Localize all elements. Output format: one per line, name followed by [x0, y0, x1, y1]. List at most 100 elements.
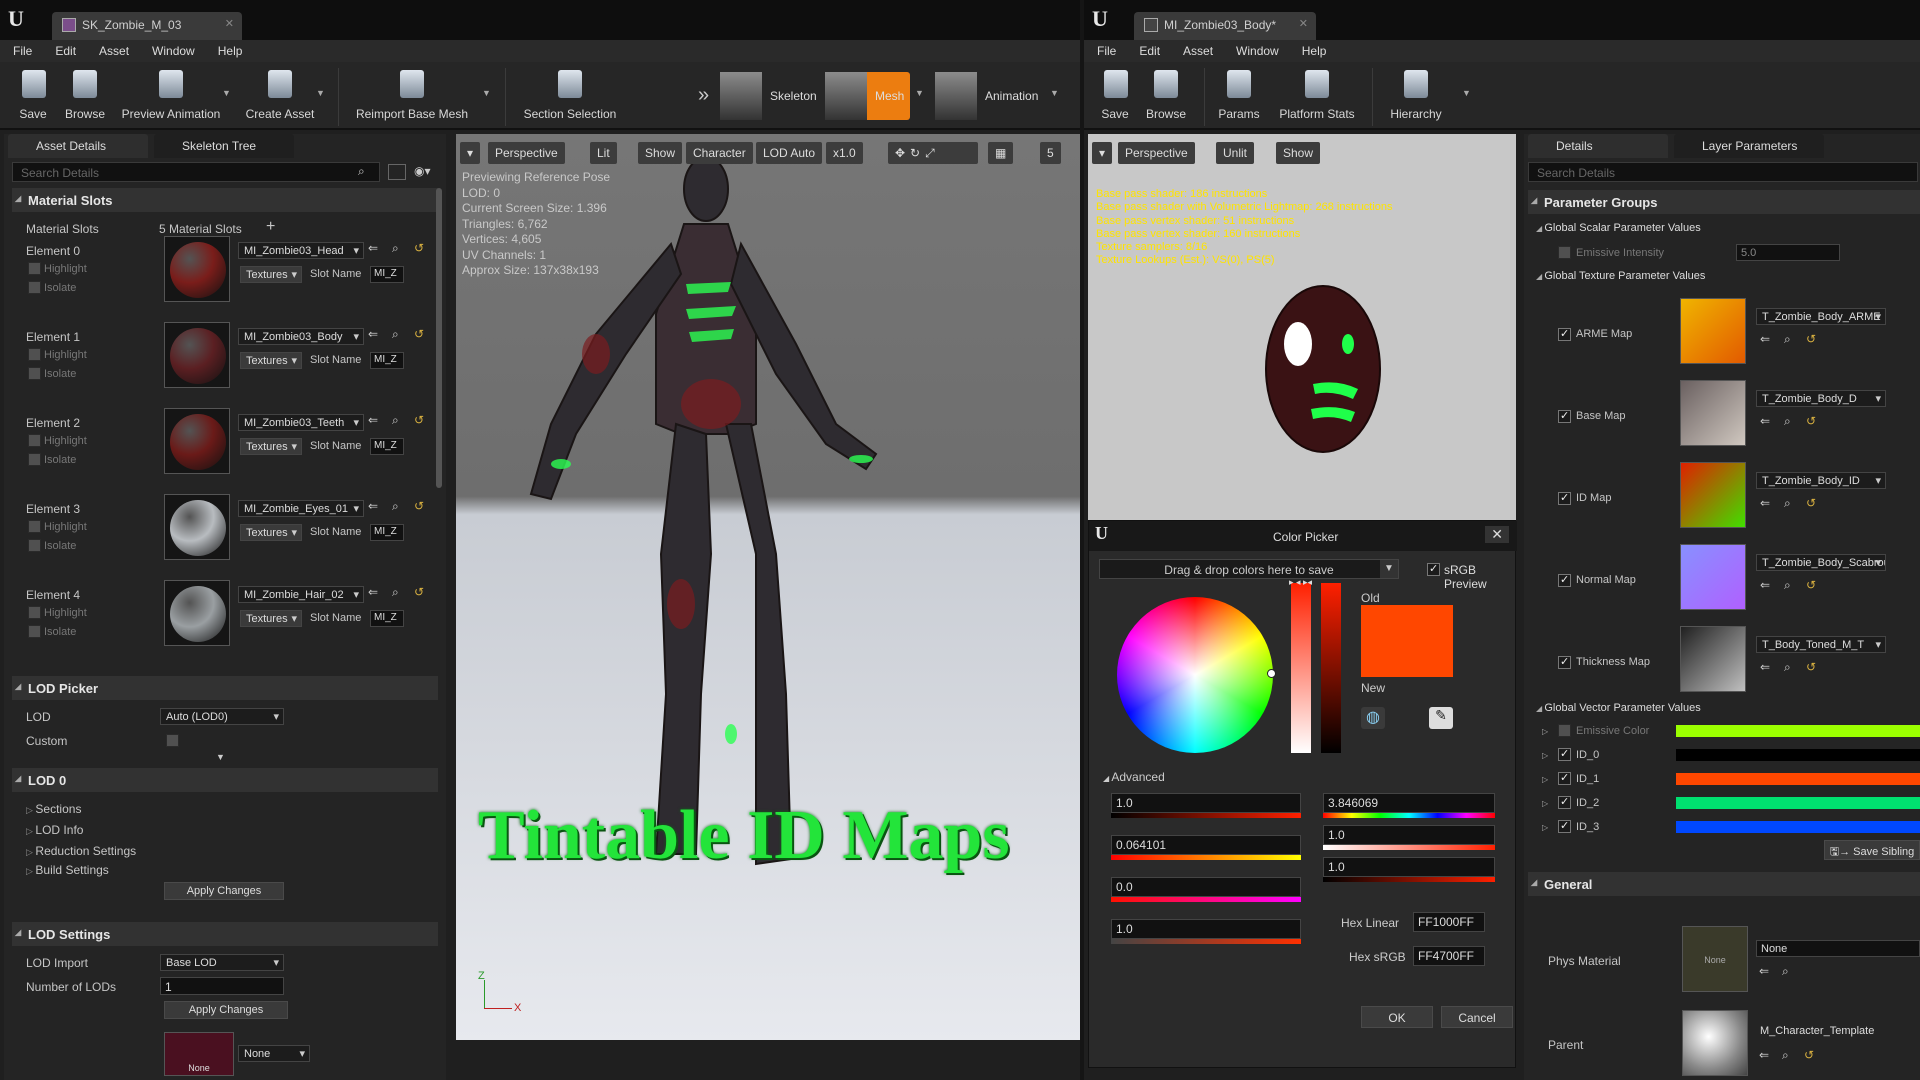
search-icon[interactable]: ⌕: [392, 499, 399, 514]
category-parameter-groups[interactable]: Parameter Groups: [1528, 190, 1920, 214]
lod0-reduction-settings[interactable]: ▷ Reduction Settings: [26, 844, 136, 858]
color-wheel[interactable]: [1117, 597, 1273, 753]
color-theme-dropzone[interactable]: Drag & drop colors here to save: [1099, 559, 1399, 579]
isolate-checkbox[interactable]: [28, 453, 41, 466]
search-icon[interactable]: ⌕: [1784, 578, 1791, 593]
browse-button[interactable]: Browse: [1142, 66, 1190, 121]
channel-s-input[interactable]: 1.0: [1323, 825, 1495, 845]
search-icon[interactable]: ⌕: [1782, 964, 1789, 979]
value-slider[interactable]: [1321, 583, 1341, 753]
chevron-down-icon[interactable]: ▼: [1462, 88, 1471, 98]
channel-a-input[interactable]: 1.0: [1111, 919, 1301, 939]
texture-asset-dropdown[interactable]: T_Zombie_Body_D: [1756, 390, 1886, 407]
channel-v-input[interactable]: 1.0: [1323, 857, 1495, 877]
expand-arrow-icon[interactable]: ▷: [1542, 727, 1548, 736]
reset-icon[interactable]: ↺: [1806, 414, 1816, 428]
menu-file[interactable]: File: [0, 40, 42, 58]
eye-icon[interactable]: ◉▾: [414, 164, 431, 178]
category-lod-0[interactable]: LOD 0: [12, 768, 438, 792]
category-lod-settings[interactable]: LOD Settings: [12, 922, 438, 946]
search-icon[interactable]: ⌕: [1782, 1048, 1789, 1063]
channel-h-input[interactable]: 3.846069: [1323, 793, 1495, 813]
search-icon[interactable]: ⌕: [1784, 660, 1791, 675]
texture-param-checkbox[interactable]: [1558, 573, 1571, 587]
viewport-options-button[interactable]: ▾: [1092, 142, 1112, 164]
texture-param-checkbox[interactable]: [1558, 491, 1571, 505]
use-selected-icon[interactable]: ⇐: [1760, 578, 1770, 592]
channel-r-gradient[interactable]: [1111, 813, 1301, 818]
view-options-icon[interactable]: [388, 164, 406, 180]
textures-dropdown[interactable]: Textures: [240, 352, 302, 369]
unlit-button[interactable]: Unlit: [1216, 142, 1255, 164]
use-selected-icon[interactable]: ⇐: [368, 499, 378, 513]
menu-window[interactable]: Window: [1223, 40, 1289, 58]
channel-g-input[interactable]: 0.064101: [1111, 835, 1301, 855]
grid-snap-button[interactable]: ▦: [988, 142, 1014, 164]
save-button[interactable]: Save: [14, 66, 52, 121]
category-material-slots[interactable]: Material Slots: [12, 188, 438, 212]
menu-edit[interactable]: Edit: [42, 40, 86, 58]
show-button[interactable]: Show: [638, 142, 683, 164]
use-selected-icon[interactable]: ⇐: [1760, 414, 1770, 428]
group-global-vector[interactable]: ◢ Global Vector Parameter Values: [1536, 702, 1701, 714]
vector-color-swatch[interactable]: [1676, 821, 1920, 833]
use-selected-icon[interactable]: ⇐: [368, 585, 378, 599]
emissive-intensity-input[interactable]: 5.0: [1736, 244, 1840, 261]
cancel-button[interactable]: Cancel: [1441, 1006, 1513, 1028]
save-sibling-button[interactable]: 🖫→ Save Sibling: [1824, 840, 1920, 860]
vector-param-checkbox[interactable]: [1558, 795, 1571, 809]
expand-arrow-icon[interactable]: ▼: [216, 752, 225, 762]
channel-b-gradient[interactable]: [1111, 897, 1301, 902]
material-dropdown[interactable]: MI_Zombie_Eyes_01: [238, 500, 364, 517]
hex-linear-input[interactable]: FF1000FF: [1413, 912, 1485, 932]
viewport-options-button[interactable]: ▾: [460, 142, 480, 164]
expand-arrow-icon[interactable]: ▷: [1542, 823, 1548, 832]
use-selected-icon[interactable]: ⇐: [368, 241, 378, 255]
playback-speed-button[interactable]: x1.0: [826, 142, 863, 164]
close-icon[interactable]: ✕: [1299, 17, 1308, 30]
reset-icon[interactable]: ↺: [414, 327, 424, 341]
material-thumbnail[interactable]: [164, 494, 230, 560]
texture-param-checkbox[interactable]: [1558, 409, 1571, 423]
slot-name-input[interactable]: MI_Z: [370, 352, 404, 369]
material-dropdown[interactable]: MI_Zombie03_Teeth: [238, 414, 364, 431]
parent-material-thumbnail[interactable]: [1682, 1010, 1748, 1076]
hex-srgb-input[interactable]: FF4700FF: [1413, 946, 1485, 966]
material-thumbnail[interactable]: [164, 408, 230, 474]
tab-layer-parameters[interactable]: Layer Parameters: [1674, 134, 1824, 158]
expand-arrow-icon[interactable]: ▷: [1542, 751, 1548, 760]
ok-button[interactable]: OK: [1361, 1006, 1433, 1028]
channel-r-input[interactable]: 1.0: [1111, 793, 1301, 813]
material-dropdown[interactable]: MI_Zombie03_Head: [238, 242, 364, 259]
material-thumbnail[interactable]: [164, 580, 230, 646]
chevron-down-icon[interactable]: ▼: [1050, 88, 1059, 98]
mode-skeleton[interactable]: Skeleton: [720, 72, 820, 120]
save-button[interactable]: Save: [1096, 66, 1134, 121]
lod0-build-settings[interactable]: ▷ Build Settings: [26, 863, 109, 877]
lod-asset-dropdown[interactable]: None: [238, 1045, 310, 1062]
use-selected-icon[interactable]: ⇐: [1759, 1048, 1769, 1062]
material-thumbnail[interactable]: [164, 236, 230, 302]
lit-button[interactable]: Lit: [590, 142, 617, 164]
phys-material-value[interactable]: None: [1756, 940, 1920, 957]
advanced-section[interactable]: ◢ Advanced: [1103, 770, 1165, 784]
search-icon[interactable]: ⌕: [1784, 414, 1791, 429]
chevron-down-icon[interactable]: ▼: [482, 88, 491, 98]
menu-edit[interactable]: Edit: [1126, 40, 1170, 58]
params-button[interactable]: Params: [1214, 66, 1264, 121]
search-icon[interactable]: ⌕: [392, 327, 399, 342]
highlight-checkbox[interactable]: [28, 434, 41, 447]
material-dropdown[interactable]: MI_Zombie_Hair_02: [238, 586, 364, 603]
texture-thumbnail[interactable]: [1680, 462, 1746, 528]
chevron-down-icon[interactable]: ▼: [316, 88, 325, 98]
chevron-down-icon[interactable]: ▼: [222, 88, 231, 98]
lod0-lod-info[interactable]: ▷ LOD Info: [26, 823, 83, 837]
use-selected-icon[interactable]: ⇐: [1759, 964, 1769, 978]
menu-asset[interactable]: Asset: [1170, 40, 1223, 58]
reset-icon[interactable]: ↺: [414, 413, 424, 427]
textures-dropdown[interactable]: Textures: [240, 438, 302, 455]
reset-icon[interactable]: ↺: [1806, 496, 1816, 510]
lod-auto-button[interactable]: LOD Auto: [756, 142, 823, 164]
material-thumbnail[interactable]: [164, 322, 230, 388]
tab-skeleton-tree[interactable]: Skeleton Tree: [154, 134, 294, 158]
